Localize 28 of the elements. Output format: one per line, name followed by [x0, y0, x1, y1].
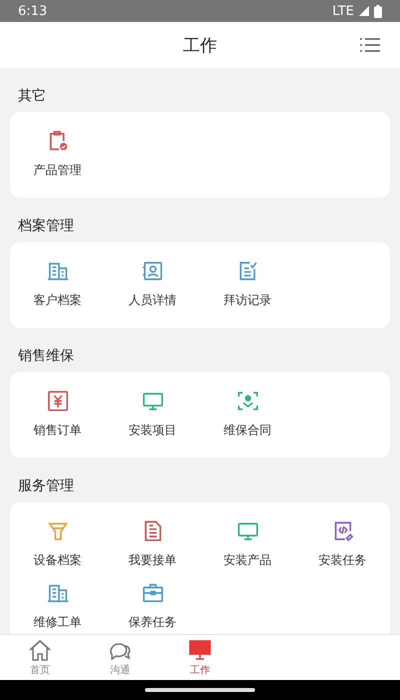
- section-title: 档案管理: [17, 217, 75, 236]
- page-title: 工作: [183, 34, 217, 56]
- menu-tile[interactable]: 客户档案: [10, 260, 105, 322]
- signal-icon: [358, 5, 370, 17]
- menu-tile[interactable]: 安装任务: [295, 520, 390, 582]
- section-title: 销售维保: [17, 347, 75, 366]
- menu-tile[interactable]: 人员详情: [105, 260, 200, 322]
- menu-tile[interactable]: 拜访记录: [200, 260, 295, 322]
- menu-tile[interactable]: 我要接单: [105, 520, 200, 582]
- menu-tile[interactable]: 安装项目: [105, 390, 200, 452]
- section-title: 其它: [17, 87, 47, 106]
- network-label: LTE: [332, 4, 354, 18]
- menu-icon[interactable]: [360, 37, 380, 53]
- house-icon: [28, 638, 52, 660]
- clock: 6:13: [18, 4, 48, 18]
- menu-tile[interactable]: 安装产品: [200, 520, 295, 582]
- battery-icon: [374, 4, 382, 18]
- menu-tile[interactable]: 销售订单: [10, 390, 105, 452]
- tab[interactable]: 沟通: [80, 635, 160, 680]
- menu-tile[interactable]: 设备档案: [10, 520, 105, 582]
- section-title: 服务管理: [17, 477, 75, 496]
- tab[interactable]: 首页: [0, 635, 80, 680]
- tab[interactable]: 工作: [160, 635, 240, 680]
- menu-tile[interactable]: 保养任务: [105, 582, 200, 634]
- menu-tile[interactable]: 产品管理: [10, 130, 105, 192]
- menu-tile[interactable]: 维修工单: [10, 582, 105, 634]
- menu-tile[interactable]: 维保合同: [200, 390, 295, 452]
- work-icon: [188, 638, 212, 660]
